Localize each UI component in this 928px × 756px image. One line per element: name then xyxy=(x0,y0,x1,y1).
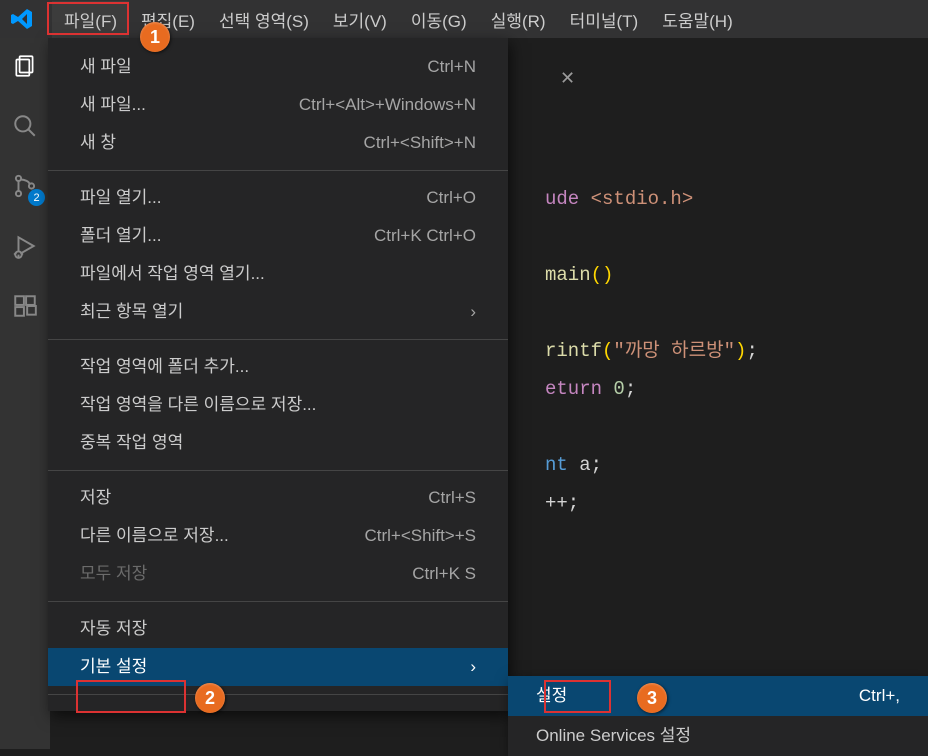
dd-save-workspace-as[interactable]: 작업 영역을 다른 이름으로 저장... xyxy=(48,386,508,424)
menu-file[interactable]: 파일(F) xyxy=(52,1,129,38)
dd-label: 설정 xyxy=(536,683,567,709)
code-text: ; xyxy=(746,340,757,362)
dd-save-all[interactable]: 모두 저장 Ctrl+K S xyxy=(48,555,508,593)
dd-save-as[interactable]: 다른 이름으로 저장... Ctrl+<Shift>+S xyxy=(48,517,508,555)
dd-duplicate-workspace[interactable]: 중복 작업 영역 xyxy=(48,424,508,462)
dd-label: 작업 영역을 다른 이름으로 저장... xyxy=(80,392,316,418)
vscode-icon xyxy=(10,7,34,31)
dd-new-file-dots[interactable]: 새 파일... Ctrl+<Alt>+Windows+N xyxy=(48,86,508,124)
code-text: main xyxy=(545,264,591,286)
dd-label: 새 파일 xyxy=(80,54,132,80)
file-dropdown: 새 파일 Ctrl+N 새 파일... Ctrl+<Alt>+Windows+N… xyxy=(48,38,508,711)
dd-open-folder[interactable]: 폴더 열기... Ctrl+K Ctrl+O xyxy=(48,217,508,255)
dd-label: Online Services 설정 xyxy=(536,723,691,749)
dd-shortcut: Ctrl+, xyxy=(859,683,900,709)
chevron-right-icon: › xyxy=(470,299,476,325)
code-text: eturn xyxy=(545,378,613,400)
sm-online-services[interactable]: Online Services 설정 xyxy=(508,716,928,756)
code-text: nt xyxy=(545,454,579,476)
dd-open-recent[interactable]: 최근 항목 열기 › xyxy=(48,293,508,331)
activity-bar: 2 xyxy=(0,38,50,749)
dd-label: 새 파일... xyxy=(80,92,146,118)
code-text: ude xyxy=(545,188,591,210)
dd-label: 새 창 xyxy=(80,130,116,156)
menu-selection[interactable]: 선택 영역(S) xyxy=(207,1,321,38)
dd-label: 파일에서 작업 영역 열기... xyxy=(80,261,265,287)
dd-open-file[interactable]: 파일 열기... Ctrl+O xyxy=(48,179,508,217)
dd-label: 중복 작업 영역 xyxy=(80,430,183,456)
menu-run[interactable]: 실행(R) xyxy=(479,1,558,38)
dd-new-window[interactable]: 새 창 Ctrl+<Shift>+N xyxy=(48,124,508,162)
dd-label: 파일 열기... xyxy=(80,185,161,211)
annotation-marker: 3 xyxy=(637,683,667,713)
search-icon[interactable] xyxy=(11,112,39,140)
menu-terminal[interactable]: 터미널(T) xyxy=(558,1,651,38)
dd-label: 기본 설정 xyxy=(80,654,147,680)
dd-shortcut: Ctrl+S xyxy=(428,485,476,511)
separator xyxy=(48,694,508,695)
dd-label: 작업 영역에 폴더 추가... xyxy=(80,354,249,380)
debug-icon[interactable] xyxy=(11,232,39,260)
annotation-marker: 1 xyxy=(140,22,170,52)
code-text: ; xyxy=(625,378,636,400)
menu-help[interactable]: 도움말(H) xyxy=(650,1,745,38)
code-text: rintf xyxy=(545,340,602,362)
explorer-icon[interactable] xyxy=(11,52,39,80)
dd-shortcut: Ctrl+<Alt>+Windows+N xyxy=(299,92,476,118)
code-text: a xyxy=(579,454,590,476)
extensions-icon[interactable] xyxy=(11,292,39,320)
separator xyxy=(48,339,508,340)
dd-label: 모두 저장 xyxy=(80,561,147,587)
menubar: 파일(F) 편집(E) 선택 영역(S) 보기(V) 이동(G) 실행(R) 터… xyxy=(0,0,928,38)
chevron-right-icon: › xyxy=(470,654,476,680)
scm-badge: 2 xyxy=(28,189,45,206)
code-text: ; xyxy=(591,454,602,476)
dd-shortcut: Ctrl+<Shift>+N xyxy=(364,130,476,156)
dd-shortcut: Ctrl+K Ctrl+O xyxy=(374,223,476,249)
dd-shortcut: Ctrl+O xyxy=(426,185,476,211)
dd-preferences[interactable]: 기본 설정 › xyxy=(48,648,508,686)
dd-shortcut: Ctrl+N xyxy=(427,54,476,80)
code-text: ( xyxy=(602,340,613,362)
close-icon[interactable]: ✕ xyxy=(560,68,575,89)
dd-shortcut: Ctrl+K S xyxy=(412,561,476,587)
dd-label: 폴더 열기... xyxy=(80,223,161,249)
dd-label: 최근 항목 열기 xyxy=(80,299,183,325)
code-text: ++; xyxy=(545,492,579,514)
annotation-marker: 2 xyxy=(195,683,225,713)
separator xyxy=(48,170,508,171)
menu-go[interactable]: 이동(G) xyxy=(399,1,479,38)
dd-new-file[interactable]: 새 파일 Ctrl+N xyxy=(48,48,508,86)
dd-open-workspace[interactable]: 파일에서 작업 영역 열기... xyxy=(48,255,508,293)
dd-label: 저장 xyxy=(80,485,111,511)
scm-icon[interactable]: 2 xyxy=(11,172,39,200)
separator xyxy=(48,601,508,602)
code-text: () xyxy=(591,264,614,286)
code-text: 0 xyxy=(613,378,624,400)
code-text: "까망 하르방" xyxy=(613,340,735,362)
dd-label: 다른 이름으로 저장... xyxy=(80,523,229,549)
dd-label: 자동 저장 xyxy=(80,616,147,642)
dd-add-folder[interactable]: 작업 영역에 폴더 추가... xyxy=(48,348,508,386)
code-text: <stdio.h> xyxy=(591,188,694,210)
dd-autosave[interactable]: 자동 저장 xyxy=(48,610,508,648)
code-text: ) xyxy=(735,340,746,362)
separator xyxy=(48,470,508,471)
dd-shortcut: Ctrl+<Shift>+S xyxy=(364,523,476,549)
sm-settings[interactable]: 설정 Ctrl+, xyxy=(508,676,928,716)
preferences-submenu: 설정 Ctrl+, Online Services 설정 xyxy=(508,676,928,756)
menu-view[interactable]: 보기(V) xyxy=(321,1,399,38)
code: ude <stdio.h> main() rintf("까망 하르방"); et… xyxy=(545,142,758,560)
dd-save[interactable]: 저장 Ctrl+S xyxy=(48,479,508,517)
